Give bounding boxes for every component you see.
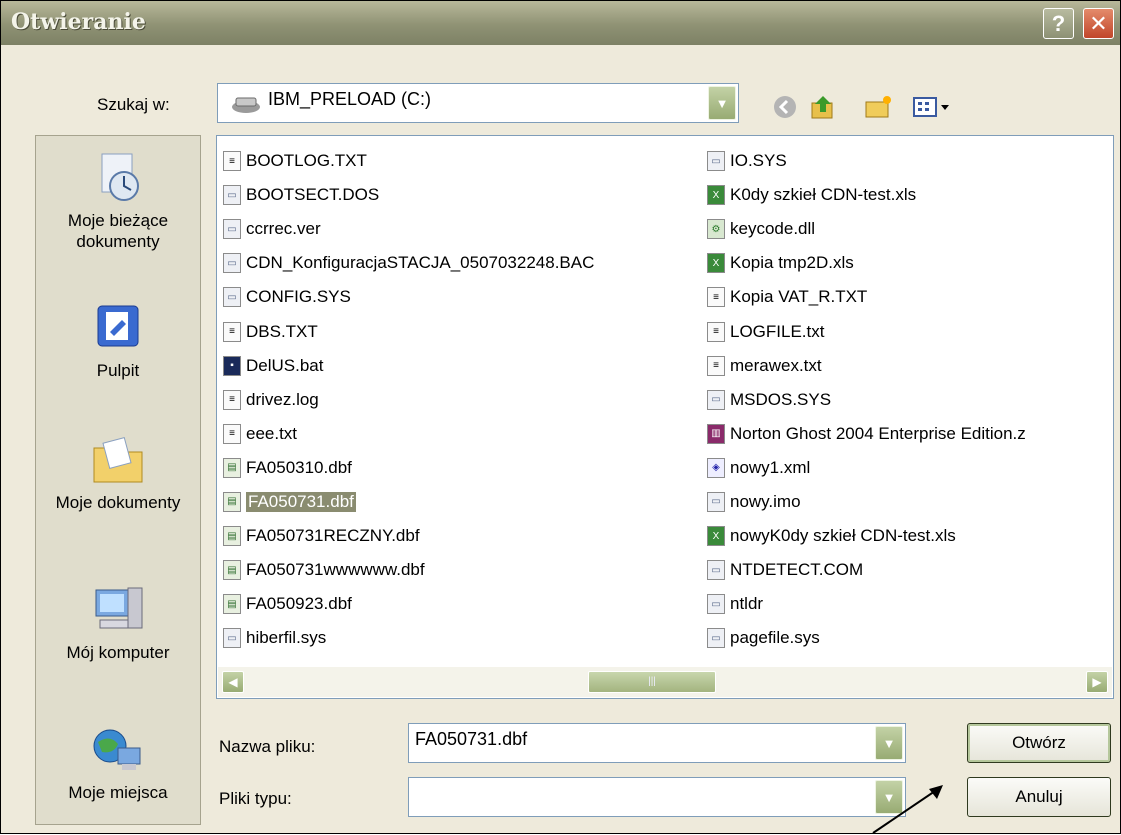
open-dialog: Otwieranie ? ✕ Szukaj w: IBM_PRELOAD (C:… <box>0 0 1121 834</box>
annotation-arrow-icon <box>872 785 943 834</box>
